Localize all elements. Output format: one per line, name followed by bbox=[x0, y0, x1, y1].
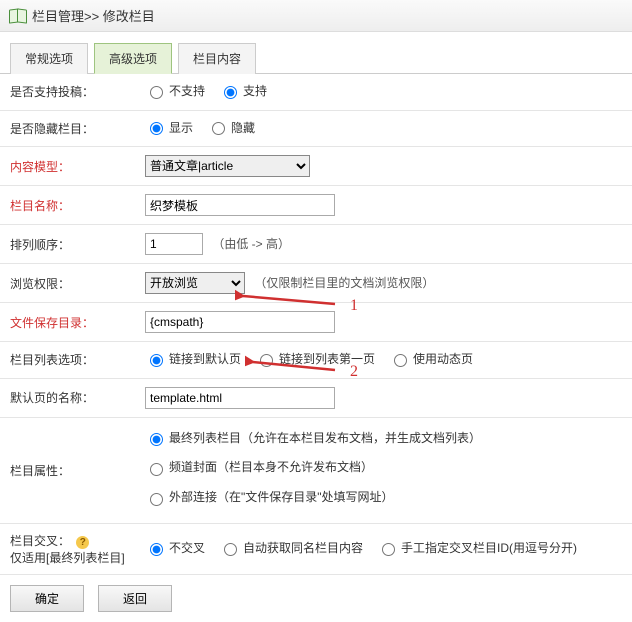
tab-advanced[interactable]: 高级选项 bbox=[94, 43, 172, 74]
label-browse-perm: 浏览权限： bbox=[0, 264, 135, 303]
input-column-name[interactable] bbox=[145, 194, 335, 216]
label-support-submit: 是否支持投稿： bbox=[0, 74, 135, 110]
label-content-model: 内容模型： bbox=[0, 147, 135, 186]
radio-group-cross: 不交叉 自动获取同名栏目内容 手工指定交叉栏目ID(用逗号分开) bbox=[145, 539, 577, 556]
radio-attr-cover[interactable]: 频道封面（栏目本身不允许发布文档） bbox=[145, 455, 373, 480]
label-column-name: 栏目名称： bbox=[0, 186, 135, 225]
radio-show[interactable]: 显示 bbox=[145, 119, 193, 136]
radio-support[interactable]: 支持 bbox=[219, 82, 267, 99]
radio-hide[interactable]: 隐藏 bbox=[207, 119, 255, 136]
ok-button[interactable]: 确定 bbox=[10, 585, 84, 612]
input-default-page[interactable] bbox=[145, 387, 335, 409]
select-content-model[interactable]: 普通文章|article bbox=[145, 155, 310, 177]
book-icon bbox=[10, 9, 26, 23]
radio-attr-external[interactable]: 外部连接（在"文件保存目录"处填写网址） bbox=[145, 485, 394, 510]
page-header: 栏目管理>> 修改栏目 bbox=[0, 0, 632, 32]
radio-group-hidden: 显示 隐藏 bbox=[145, 119, 255, 136]
tab-general[interactable]: 常规选项 bbox=[10, 43, 88, 74]
radio-cross-manual[interactable]: 手工指定交叉栏目ID(用逗号分开) bbox=[377, 539, 577, 556]
back-button[interactable]: 返回 bbox=[98, 585, 172, 612]
label-default-page: 默认页的名称： bbox=[0, 378, 135, 417]
radio-cross-auto[interactable]: 自动获取同名栏目内容 bbox=[219, 539, 363, 556]
radio-attr-list[interactable]: 最终列表栏目（允许在本栏目发布文档，并生成文档列表） bbox=[145, 426, 481, 451]
breadcrumb: 栏目管理>> 修改栏目 bbox=[32, 6, 155, 25]
radio-link-first[interactable]: 链接到列表第一页 bbox=[255, 350, 375, 367]
label-attr: 栏目属性： bbox=[0, 417, 135, 523]
note-order: （由低 -> 高） bbox=[212, 237, 290, 251]
label-hidden: 是否隐藏栏目： bbox=[0, 110, 135, 147]
help-icon[interactable]: ? bbox=[76, 536, 89, 549]
radio-link-default[interactable]: 链接到默认页 bbox=[145, 350, 241, 367]
button-row: 确定 返回 bbox=[0, 575, 632, 622]
input-order[interactable] bbox=[145, 233, 203, 255]
note-browse-perm: （仅限制栏目里的文档浏览权限） bbox=[254, 276, 434, 290]
label-list-option: 栏目列表选项： bbox=[0, 342, 135, 379]
radio-cross-none[interactable]: 不交叉 bbox=[145, 539, 205, 556]
radio-dynamic[interactable]: 使用动态页 bbox=[389, 350, 473, 367]
label-order: 排列顺序： bbox=[0, 225, 135, 264]
radio-group-list-option: 链接到默认页 链接到列表第一页 使用动态页 bbox=[145, 350, 473, 367]
tab-bar: 常规选项 高级选项 栏目内容 bbox=[0, 32, 632, 74]
radio-group-support-submit: 不支持 支持 bbox=[145, 82, 267, 99]
tab-content[interactable]: 栏目内容 bbox=[178, 43, 256, 74]
radio-no-support[interactable]: 不支持 bbox=[145, 82, 205, 99]
input-save-dir[interactable] bbox=[145, 311, 335, 333]
label-cross: 栏目交叉： ? 仅适用[最终列表栏目] bbox=[0, 523, 135, 574]
select-browse-perm[interactable]: 开放浏览 bbox=[145, 272, 245, 294]
label-save-dir: 文件保存目录： bbox=[0, 303, 135, 342]
